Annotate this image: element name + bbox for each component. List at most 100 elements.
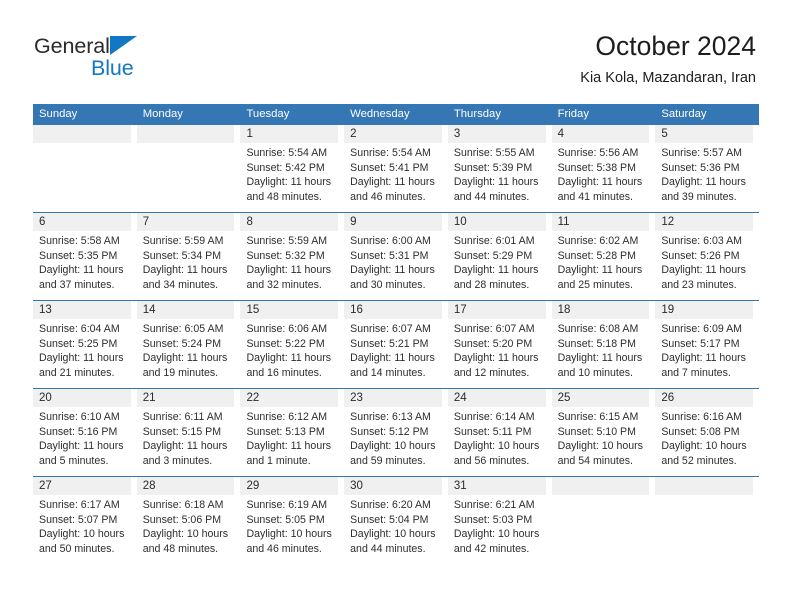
day-details: Sunrise: 6:16 AM Sunset: 5:08 PM Daylight:… [655, 407, 753, 468]
calendar-day-cell[interactable]: 26 Sunrise: 6:16 AM Sunset: 5:08 PM Dayligh… [655, 389, 759, 476]
calendar-day-cell[interactable]: 12 Sunrise: 6:03 AM Sunset: 5:26 PM Dayligh… [655, 213, 759, 300]
triangle-icon [110, 36, 137, 55]
day-number: 7 [136, 213, 235, 231]
sunset-text: Sunset: 5:18 PM [557, 337, 636, 350]
brand-logo[interactable]: General Blue [34, 34, 214, 90]
day-number: 1 [240, 125, 339, 143]
day-number: 16 [344, 301, 442, 319]
daylight-text: Daylight: 11 hours and 23 minutes. [661, 264, 746, 291]
day-details: Sunrise: 6:03 AM Sunset: 5:26 PM Daylight:… [655, 231, 753, 292]
daylight-text: Daylight: 10 hours and 48 minutes. [142, 528, 229, 555]
sunrise-text: Sunrise: 6:13 AM [350, 411, 431, 423]
day-details: Sunrise: 6:20 AM Sunset: 5:04 PM Daylight:… [344, 495, 442, 556]
calendar-day-cell[interactable]: 17 Sunrise: 6:07 AM Sunset: 5:20 PM Dayligh… [447, 301, 552, 388]
sunset-text: Sunset: 5:05 PM [246, 513, 325, 526]
calendar-day-cell[interactable]: 4 Sunrise: 5:56 AM Sunset: 5:38 PM Daylight… [551, 125, 656, 212]
day-details: Sunrise: 6:07 AM Sunset: 5:21 PM Daylight:… [344, 319, 442, 380]
daylight-text: Daylight: 11 hours and 5 minutes. [39, 440, 124, 467]
sunrise-text: Sunrise: 6:09 AM [661, 323, 742, 335]
calendar-day-cell[interactable]: 28 Sunrise: 6:18 AM Sunset: 5:06 PM Dayligh… [136, 477, 241, 564]
day-number: 12 [655, 213, 754, 231]
day-number: 15 [240, 301, 339, 319]
sunrise-text: Sunrise: 6:10 AM [39, 411, 120, 423]
day-details: Sunrise: 6:06 AM Sunset: 5:22 PM Daylight:… [240, 319, 338, 380]
daylight-text: Daylight: 11 hours and 46 minutes. [350, 176, 435, 203]
calendar-day-cell[interactable]: 18 Sunrise: 6:08 AM Sunset: 5:18 PM Dayligh… [551, 301, 656, 388]
calendar-day-cell[interactable]: 11 Sunrise: 6:02 AM Sunset: 5:28 PM Dayligh… [551, 213, 656, 300]
calendar-day-cell[interactable]: 25 Sunrise: 6:15 AM Sunset: 5:10 PM Dayligh… [551, 389, 656, 476]
day-number: 27 [33, 477, 131, 495]
calendar-day-cell[interactable]: 13 Sunrise: 6:04 AM Sunset: 5:25 PM Dayligh… [33, 301, 137, 388]
calendar-day-cell-empty [655, 477, 759, 564]
calendar-day-cell[interactable]: 22 Sunrise: 6:12 AM Sunset: 5:13 PM Dayligh… [240, 389, 344, 476]
day-number: 10 [447, 213, 546, 231]
day-details: Sunrise: 5:58 AM Sunset: 5:35 PM Daylight:… [33, 231, 131, 292]
sunrise-text: Sunrise: 6:14 AM [453, 411, 535, 423]
day-number: 26 [655, 389, 754, 407]
day-number: 22 [240, 389, 339, 407]
calendar-day-cell[interactable]: 1 Sunrise: 5:54 AM Sunset: 5:42 PM Daylight… [240, 125, 344, 212]
calendar-day-cell[interactable]: 6 Sunrise: 5:58 AM Sunset: 5:35 PM Daylight… [33, 213, 137, 300]
daylight-text: Daylight: 11 hours and 7 minutes. [661, 352, 746, 379]
calendar-day-cell[interactable]: 9 Sunrise: 6:00 AM Sunset: 5:31 PM Daylight… [344, 213, 448, 300]
calendar-day-cell[interactable]: 21 Sunrise: 6:11 AM Sunset: 5:15 PM Dayligh… [136, 389, 241, 476]
sunset-text: Sunset: 5:36 PM [661, 161, 740, 174]
calendar-day-cell[interactable]: 23 Sunrise: 6:13 AM Sunset: 5:12 PM Dayligh… [344, 389, 448, 476]
sunset-text: Sunset: 5:25 PM [39, 337, 118, 350]
sunset-text: Sunset: 5:06 PM [142, 513, 222, 526]
calendar-day-cell[interactable]: 7 Sunrise: 5:59 AM Sunset: 5:34 PM Daylight… [136, 213, 241, 300]
daylight-text: Daylight: 11 hours and 25 minutes. [557, 264, 643, 291]
daylight-text: Daylight: 11 hours and 28 minutes. [453, 264, 539, 291]
daylight-text: Daylight: 10 hours and 52 minutes. [661, 440, 747, 467]
sunrise-text: Sunrise: 6:00 AM [350, 235, 431, 247]
sunrise-text: Sunrise: 6:08 AM [557, 323, 639, 335]
calendar-day-cell[interactable]: 15 Sunrise: 6:06 AM Sunset: 5:22 PM Dayligh… [240, 301, 344, 388]
weekday-header-row: Sunday Monday Tuesday Wednesday Thursday… [33, 104, 759, 125]
daylight-text: Daylight: 10 hours and 56 minutes. [453, 440, 540, 467]
sunset-text: Sunset: 5:22 PM [246, 337, 325, 350]
daylight-text: Daylight: 11 hours and 41 minutes. [557, 176, 643, 203]
sunrise-text: Sunrise: 6:20 AM [350, 499, 431, 511]
daylight-text: Daylight: 11 hours and 34 minutes. [142, 264, 228, 291]
calendar-day-cell[interactable]: 14 Sunrise: 6:05 AM Sunset: 5:24 PM Dayligh… [136, 301, 241, 388]
calendar-day-cell[interactable]: 10 Sunrise: 6:01 AM Sunset: 5:29 PM Dayligh… [447, 213, 552, 300]
daylight-text: Daylight: 10 hours and 46 minutes. [246, 528, 332, 555]
sunrise-text: Sunrise: 5:57 AM [661, 147, 742, 159]
sunrise-text: Sunrise: 5:59 AM [246, 235, 328, 247]
calendar-day-cell[interactable]: 20 Sunrise: 6:10 AM Sunset: 5:16 PM Dayligh… [33, 389, 137, 476]
day-number: 14 [136, 301, 235, 319]
calendar-day-cell[interactable]: 27 Sunrise: 6:17 AM Sunset: 5:07 PM Dayligh… [33, 477, 137, 564]
page-subtitle: Kia Kola, Mazandaran, Iran [580, 70, 756, 86]
day-details: Sunrise: 5:59 AM Sunset: 5:34 PM Daylight:… [137, 231, 235, 292]
daylight-text: Daylight: 11 hours and 1 minute. [246, 440, 332, 467]
calendar-day-cell[interactable]: 30 Sunrise: 6:20 AM Sunset: 5:04 PM Dayligh… [344, 477, 448, 564]
day-number: 4 [551, 125, 650, 143]
calendar-day-cell[interactable]: 24 Sunrise: 6:14 AM Sunset: 5:11 PM Dayligh… [447, 389, 552, 476]
title-block: October 2024 Kia Kola, Mazandaran, Iran [580, 30, 756, 88]
calendar-day-cell[interactable]: 16 Sunrise: 6:07 AM Sunset: 5:21 PM Dayligh… [344, 301, 448, 388]
sunrise-text: Sunrise: 6:18 AM [142, 499, 224, 511]
calendar-day-cell[interactable]: 29 Sunrise: 6:19 AM Sunset: 5:05 PM Dayligh… [240, 477, 344, 564]
day-details: Sunrise: 6:09 AM Sunset: 5:17 PM Daylight:… [655, 319, 753, 380]
brand-name-general: General [34, 34, 110, 58]
calendar-day-cell[interactable]: 19 Sunrise: 6:09 AM Sunset: 5:17 PM Dayligh… [655, 301, 759, 388]
sunrise-text: Sunrise: 6:19 AM [246, 499, 328, 511]
calendar-day-cell[interactable]: 2 Sunrise: 5:54 AM Sunset: 5:41 PM Daylight… [344, 125, 448, 212]
daylight-text: Daylight: 11 hours and 16 minutes. [246, 352, 332, 379]
day-details: Sunrise: 5:54 AM Sunset: 5:41 PM Daylight:… [344, 143, 442, 204]
sunrise-text: Sunrise: 6:03 AM [661, 235, 742, 247]
brand-name-blue: Blue [91, 56, 134, 80]
sunset-text: Sunset: 5:11 PM [453, 425, 532, 438]
calendar-day-cell[interactable]: 3 Sunrise: 5:55 AM Sunset: 5:39 PM Daylight… [447, 125, 552, 212]
calendar-day-cell[interactable]: 31 Sunrise: 6:21 AM Sunset: 5:03 PM Dayligh… [447, 477, 552, 564]
sunset-text: Sunset: 5:17 PM [661, 337, 740, 350]
day-details: Sunrise: 6:01 AM Sunset: 5:29 PM Daylight:… [448, 231, 546, 292]
calendar-week-row: 20 Sunrise: 6:10 AM Sunset: 5:16 PM Dayligh… [33, 388, 759, 476]
sunset-text: Sunset: 5:04 PM [350, 513, 429, 526]
sunrise-text: Sunrise: 6:06 AM [246, 323, 328, 335]
day-details: Sunrise: 6:14 AM Sunset: 5:11 PM Daylight:… [448, 407, 546, 468]
calendar-day-cell[interactable]: 5 Sunrise: 5:57 AM Sunset: 5:36 PM Daylight… [655, 125, 759, 212]
calendar-day-cell[interactable]: 8 Sunrise: 5:59 AM Sunset: 5:32 PM Daylight… [240, 213, 344, 300]
sunrise-text: Sunrise: 6:16 AM [661, 411, 742, 423]
day-details: Sunrise: 6:19 AM Sunset: 5:05 PM Daylight:… [240, 495, 338, 556]
